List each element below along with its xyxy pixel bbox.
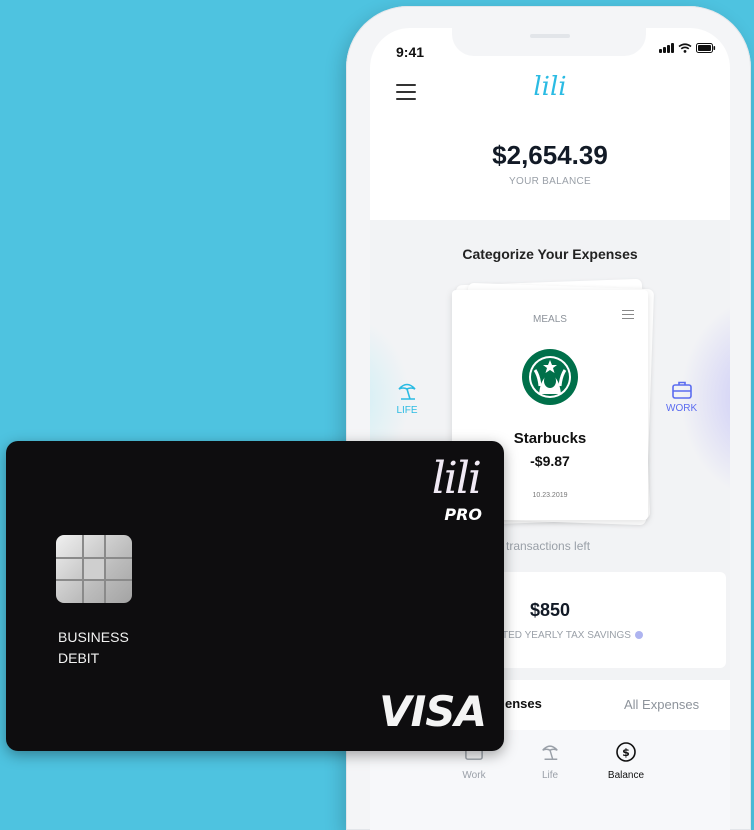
- nav-life[interactable]: Life: [525, 742, 575, 781]
- phone-notch: [452, 28, 646, 56]
- life-option[interactable]: LIFE: [396, 380, 418, 416]
- tax-savings-label: TED YEARLY TAX SAVINGS: [502, 630, 643, 641]
- work-label: WORK: [666, 403, 698, 414]
- life-label: LIFE: [396, 405, 418, 416]
- nav-work-label: Work: [462, 770, 486, 781]
- filter-icon[interactable]: [622, 310, 634, 322]
- tax-savings-label-text: TED YEARLY TAX SAVINGS: [502, 630, 631, 641]
- visa-logo: VISA: [379, 687, 487, 736]
- beach-umbrella-icon: [542, 745, 558, 760]
- nav-balance-label: Balance: [607, 770, 645, 781]
- tab-all-expenses[interactable]: All Expenses: [624, 697, 699, 712]
- app-logo: lili: [533, 72, 567, 102]
- transactions-left: 6 transactions left: [496, 539, 591, 553]
- signal-icon: [659, 43, 674, 53]
- card-tier: PRO: [444, 505, 482, 524]
- categorize-title: Categorize Your Expenses: [462, 246, 638, 262]
- chip-icon: [56, 535, 132, 603]
- info-icon[interactable]: [634, 631, 643, 639]
- lili-pro-debit-card: lili PRO BUSINESS DEBIT VISA: [6, 441, 504, 751]
- wifi-icon: [678, 43, 692, 53]
- balance-amount: $2,654.39: [492, 140, 608, 170]
- card-type-line1: BUSINESS: [58, 629, 129, 645]
- battery-icon: [696, 43, 716, 53]
- card-type-line2: DEBIT: [58, 650, 100, 666]
- svg-text:$: $: [622, 746, 630, 759]
- status-time: 9:41: [396, 44, 425, 60]
- starbucks-logo: [522, 349, 578, 405]
- category-label: MEALS: [533, 314, 567, 325]
- nav-balance[interactable]: $ Balance: [601, 742, 651, 781]
- briefcase-icon: [671, 381, 692, 399]
- dollar-circle-icon: $: [616, 742, 636, 762]
- card-logo: lili: [431, 453, 482, 504]
- balance-label: YOUR BALANCE: [509, 176, 591, 187]
- card-type: BUSINESS DEBIT: [58, 627, 129, 669]
- work-option[interactable]: WORK: [666, 380, 697, 414]
- beach-umbrella-icon: [398, 383, 416, 400]
- tab-work-expenses[interactable]: enses: [505, 696, 542, 711]
- nav-life-label: Life: [541, 770, 559, 781]
- status-icons: [659, 43, 716, 53]
